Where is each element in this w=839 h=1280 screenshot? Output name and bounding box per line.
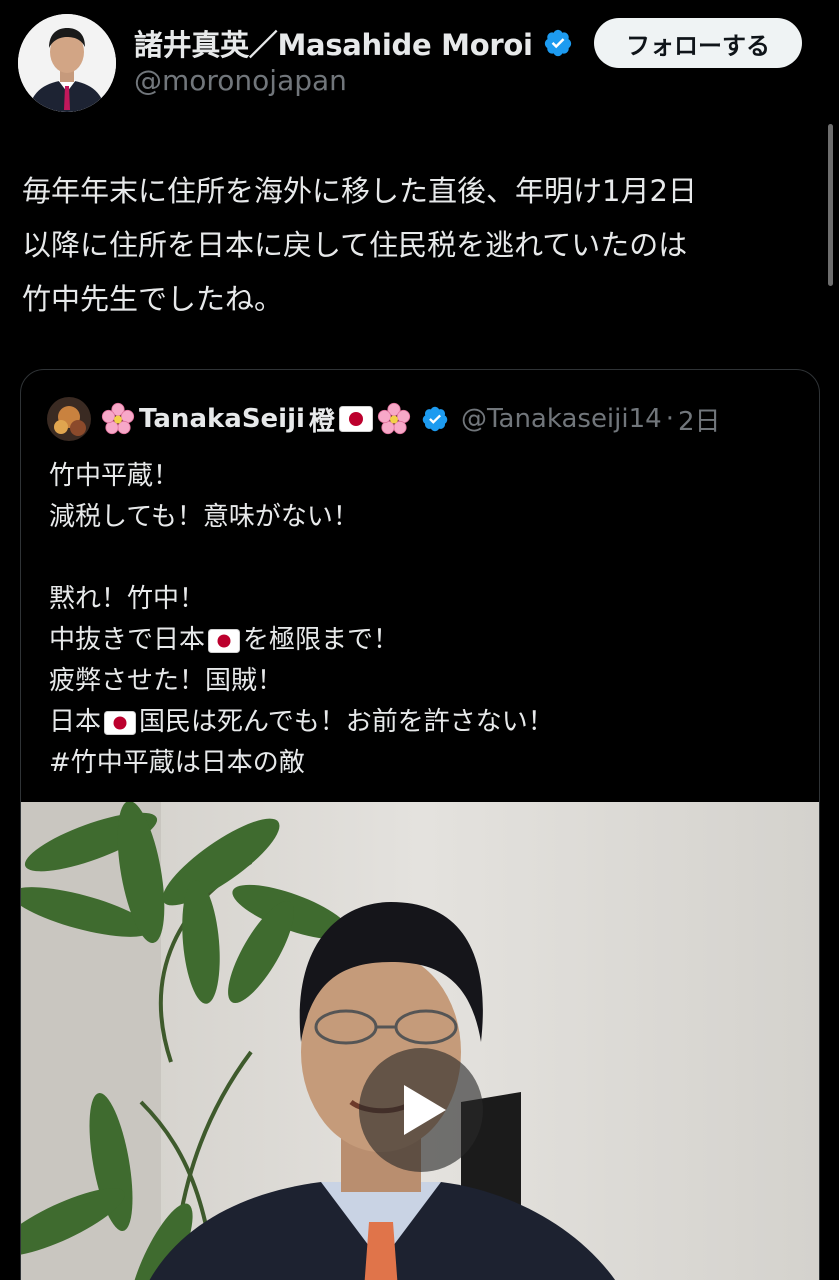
- hashtag-link[interactable]: #竹中平蔵は日本の敵: [49, 743, 305, 784]
- quoted-text-segment: 日本: [49, 707, 102, 737]
- author-avatar[interactable]: [18, 14, 116, 112]
- quoted-tweet-card[interactable]: TanakaSeiji 橙 @Tanakaseiji14 · 2日 竹中平蔵！ …: [20, 369, 820, 1280]
- separator-dot: ·: [665, 404, 674, 434]
- verified-badge-icon: [543, 28, 573, 58]
- quoted-text-line: 日本 国民は死んでも！お前を許さない！: [49, 702, 554, 743]
- japan-flag-icon: [338, 406, 373, 432]
- author-handle[interactable]: @moronojapan: [134, 64, 347, 97]
- follow-button[interactable]: フォローする: [594, 18, 802, 68]
- tweet-page: 諸井真英／Masahide Moroi @moronojapan フォローする …: [0, 0, 839, 1280]
- quoted-text-segment: を極限まで！: [243, 625, 400, 655]
- tweet-text: 毎年年末に住所を海外に移した直後、年明け1月2日 以降に住所を日本に戻して住民税…: [22, 164, 822, 326]
- quoted-author-name-group: TanakaSeiji 橙: [101, 401, 411, 438]
- quoted-author-display-name[interactable]: TanakaSeiji: [139, 404, 305, 434]
- quoted-text-segment: 国民は死んでも！お前を許さない！: [139, 707, 554, 737]
- quoted-text-blank-line: [49, 538, 554, 579]
- cherry-blossom-icon: [101, 402, 135, 436]
- cherry-blossom-icon: [377, 402, 411, 436]
- quoted-tweet-text: 竹中平蔵！ 減税しても！意味がない！ 黙れ！竹中！ 中抜きで日本 を極限まで！ …: [49, 456, 554, 784]
- japan-flag-icon: [208, 628, 241, 653]
- quoted-text-line: 疲弊させた！国賊！: [49, 661, 554, 702]
- quoted-text-line: 中抜きで日本 を極限まで！: [49, 620, 554, 661]
- scrollbar[interactable]: [828, 124, 833, 286]
- play-icon: [404, 1085, 446, 1135]
- author-display-name[interactable]: 諸井真英／Masahide Moroi: [134, 22, 533, 64]
- quoted-author-name-suffix: 橙: [308, 406, 335, 437]
- tweet-text-line: 竹中先生でしたね。: [22, 282, 284, 316]
- video-thumbnail: [21, 802, 819, 1280]
- quoted-text-segment: 中抜きで日本: [49, 625, 206, 655]
- quoted-text-line: 減税しても！意味がない！: [49, 497, 554, 538]
- author-name-row: 諸井真英／Masahide Moroi: [134, 22, 573, 64]
- hashtag-line: #竹中平蔵は日本の敵: [49, 743, 554, 784]
- quoted-text-line: 竹中平蔵！: [49, 456, 554, 497]
- quoted-author-handle[interactable]: @Tanakaseiji14: [461, 404, 662, 434]
- play-button[interactable]: [359, 1048, 483, 1172]
- quoted-tweet-time[interactable]: 2日: [678, 401, 721, 438]
- tweet-text-line: 毎年年末に住所を海外に移した直後、年明け1月2日: [22, 174, 697, 208]
- quoted-author-avatar: [47, 397, 91, 441]
- quoted-text-segment: 竹中平蔵！: [49, 461, 180, 491]
- quoted-text-segment: 黙れ！竹中！: [49, 584, 206, 614]
- quoted-tweet-header: TanakaSeiji 橙 @Tanakaseiji14 · 2日: [47, 396, 721, 442]
- quoted-text-segment: 疲弊させた！国賊！: [49, 666, 284, 696]
- verified-badge-icon: [421, 405, 449, 433]
- video-player[interactable]: [21, 802, 819, 1280]
- tweet-text-line: 以降に住所を日本に戻して住民税を逃れていたのは: [22, 228, 688, 262]
- quoted-text-line: 黙れ！竹中！: [49, 579, 554, 620]
- japan-flag-icon: [104, 710, 137, 735]
- quoted-text-segment: 減税しても！意味がない！: [49, 502, 359, 532]
